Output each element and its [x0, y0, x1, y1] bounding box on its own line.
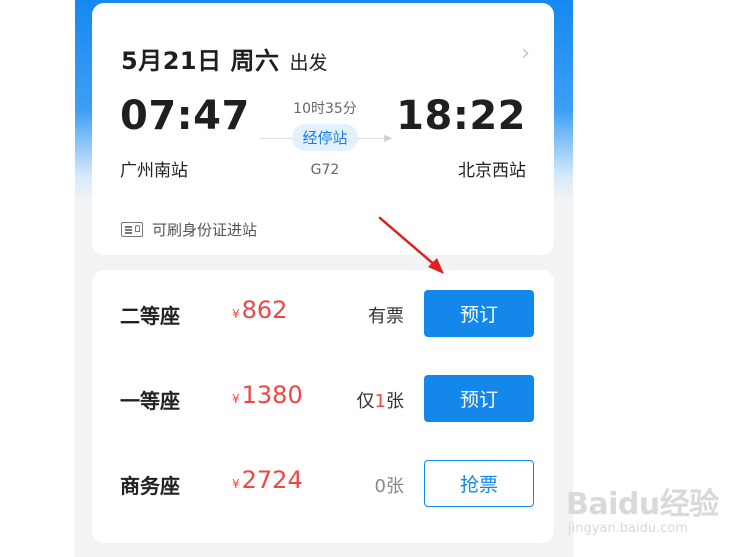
seat-row-second-class: 二等座 ¥862 有票 预订: [92, 288, 554, 338]
route-arrow-icon: ▶: [384, 133, 392, 144]
ticket-availability: 0张: [375, 472, 404, 498]
availability-text: 0张: [374, 476, 404, 497]
arrival-time: 18:22: [396, 93, 526, 139]
date-row: 5月21日 周六 出发: [121, 41, 327, 76]
price-value: 1380: [241, 381, 303, 409]
stops-button[interactable]: 经停站: [292, 124, 358, 151]
currency-symbol: ¥: [232, 307, 240, 321]
currency-symbol: ¥: [232, 477, 240, 491]
route-line: ▶ 经停站: [260, 124, 392, 154]
id-card-notice: 可刷身份证进站: [121, 219, 257, 240]
id-card-notice-text: 可刷身份证进站: [152, 221, 258, 239]
book-button[interactable]: 预订: [424, 290, 534, 337]
watermark-logo: Baidu经验: [566, 487, 719, 522]
seat-class-name: 一等座: [120, 389, 180, 413]
app-screen: 5月21日 周六 出发 › 07:47 18:22 10时35分 ▶ 经停站 G…: [75, 0, 573, 557]
availability-prefix: 仅: [356, 391, 375, 412]
availability-suffix: 张: [386, 391, 404, 412]
grab-ticket-button[interactable]: 抢票: [424, 460, 534, 507]
watermark: Baidu经验 jingyan.baidu.com: [562, 477, 732, 547]
departure-station: 广州南站: [120, 161, 188, 181]
seat-row-business-class: 商务座 ¥2724 0张 抢票: [92, 458, 554, 508]
seat-price: ¥2724: [232, 466, 303, 494]
departure-time: 07:47: [120, 93, 250, 139]
seat-class-name: 二等座: [120, 304, 180, 328]
route-middle: 10时35分 ▶ 经停站 G72: [260, 98, 392, 178]
ticket-availability: 有票: [368, 302, 404, 328]
currency-symbol: ¥: [232, 392, 240, 406]
chevron-right-icon[interactable]: ›: [521, 41, 530, 66]
seat-price: ¥862: [232, 296, 287, 324]
arrival-station: 北京西站: [458, 161, 526, 181]
book-button[interactable]: 预订: [424, 375, 534, 422]
trip-duration: 10时35分: [293, 101, 357, 117]
annotation-arrow-icon: [378, 216, 444, 274]
seat-row-first-class: 一等座 ¥1380 仅1张 预订: [92, 373, 554, 423]
id-card-icon: [121, 222, 143, 237]
train-info-card[interactable]: 5月21日 周六 出发 › 07:47 18:22 10时35分 ▶ 经停站 G…: [92, 3, 554, 255]
price-value: 862: [241, 296, 288, 324]
watermark-url: jingyan.baidu.com: [568, 521, 688, 536]
train-number: G72: [310, 162, 340, 178]
travel-date: 5月21日 周六: [121, 47, 280, 75]
seat-list-card: 二等座 ¥862 有票 预订 一等座 ¥1380 仅1张 预订 商务座 ¥272…: [92, 270, 554, 543]
availability-count: 1: [374, 391, 386, 412]
depart-label: 出发: [289, 52, 328, 74]
seat-class-name: 商务座: [120, 474, 180, 498]
price-value: 2724: [241, 466, 303, 494]
availability-text: 有票: [368, 306, 404, 327]
ticket-availability: 仅1张: [357, 387, 404, 413]
seat-price: ¥1380: [232, 381, 303, 409]
